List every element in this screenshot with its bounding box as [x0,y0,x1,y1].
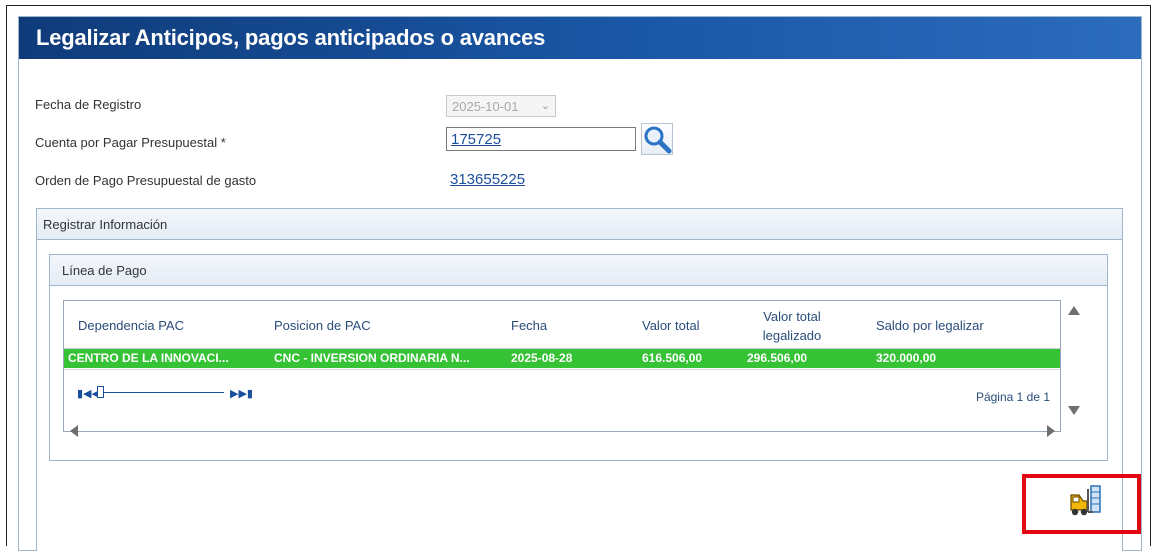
cuenta-por-pagar-input[interactable]: 175725 [446,127,636,151]
cell-fecha: 2025-08-28 [511,351,573,365]
chevron-down-icon: ⌄ [540,100,550,112]
orden-pago-label: Orden de Pago Presupuestal de gasto [35,173,257,188]
cell-valor-total: 616.506,00 [642,351,703,365]
search-button[interactable] [641,123,673,155]
col-valor-total[interactable]: Valor total [642,318,700,333]
cell-valor-legalizado: 296.506,00 [747,351,808,365]
pager-slider-track[interactable] [99,392,224,393]
cuenta-por-pagar-label: Cuenta por Pagar Presupuestal * [35,135,226,150]
col-valor-total-legalizado[interactable]: Valor total legalizado [747,307,837,345]
table-row[interactable]: CENTRO DE LA INNOVACI... CNC - INVERSION… [64,349,1060,368]
cell-posicion-pac: CNC - INVERSION ORDINARIA N... [274,351,470,365]
linea-pago-grid: Dependencia PAC Posicion de PAC Fecha Va… [63,300,1061,432]
cell-dependencia-pac: CENTRO DE LA INNOVACI... [68,351,229,365]
col-saldo-por-legalizar[interactable]: Saldo por legalizar [876,318,984,333]
grid-header: Dependencia PAC Posicion de PAC Fecha Va… [64,301,1060,349]
fecha-registro-label: Fecha de Registro [35,97,142,112]
col-fecha[interactable]: Fecha [511,318,547,333]
magnifier-icon [644,126,672,154]
scroll-left-icon[interactable] [70,425,78,437]
forklift-icon [1070,485,1101,516]
col-dependencia-pac[interactable]: Dependencia PAC [78,318,184,333]
col-posicion-pac[interactable]: Posicion de PAC [274,318,371,333]
fecha-registro-value: 2025-10-01 [452,99,519,114]
page-title: Legalizar Anticipos, pagos anticipados o… [19,17,1141,59]
fecha-registro-select[interactable]: 2025-10-01 ⌄ [446,95,556,117]
page-info: Página 1 de 1 [975,390,1050,404]
scroll-down-icon[interactable] [1068,406,1080,415]
scroll-up-icon[interactable] [1068,306,1080,315]
last-page-icon[interactable]: ▶▶▮ [230,387,253,400]
legalizar-action-button[interactable] [1067,483,1101,517]
pager-slider-handle[interactable] [97,386,104,398]
linea-pago-legend: Línea de Pago [50,255,1107,286]
registrar-informacion-legend: Registrar Información [37,209,1122,240]
orden-pago-link[interactable]: 313655225 [450,171,525,188]
cell-saldo: 320.000,00 [876,351,937,365]
grid-pager: ▮◀◀ ▶▶▮ Página 1 de 1 [64,369,1060,431]
cuenta-por-pagar-value: 175725 [451,131,502,148]
scroll-right-icon[interactable] [1047,425,1055,437]
